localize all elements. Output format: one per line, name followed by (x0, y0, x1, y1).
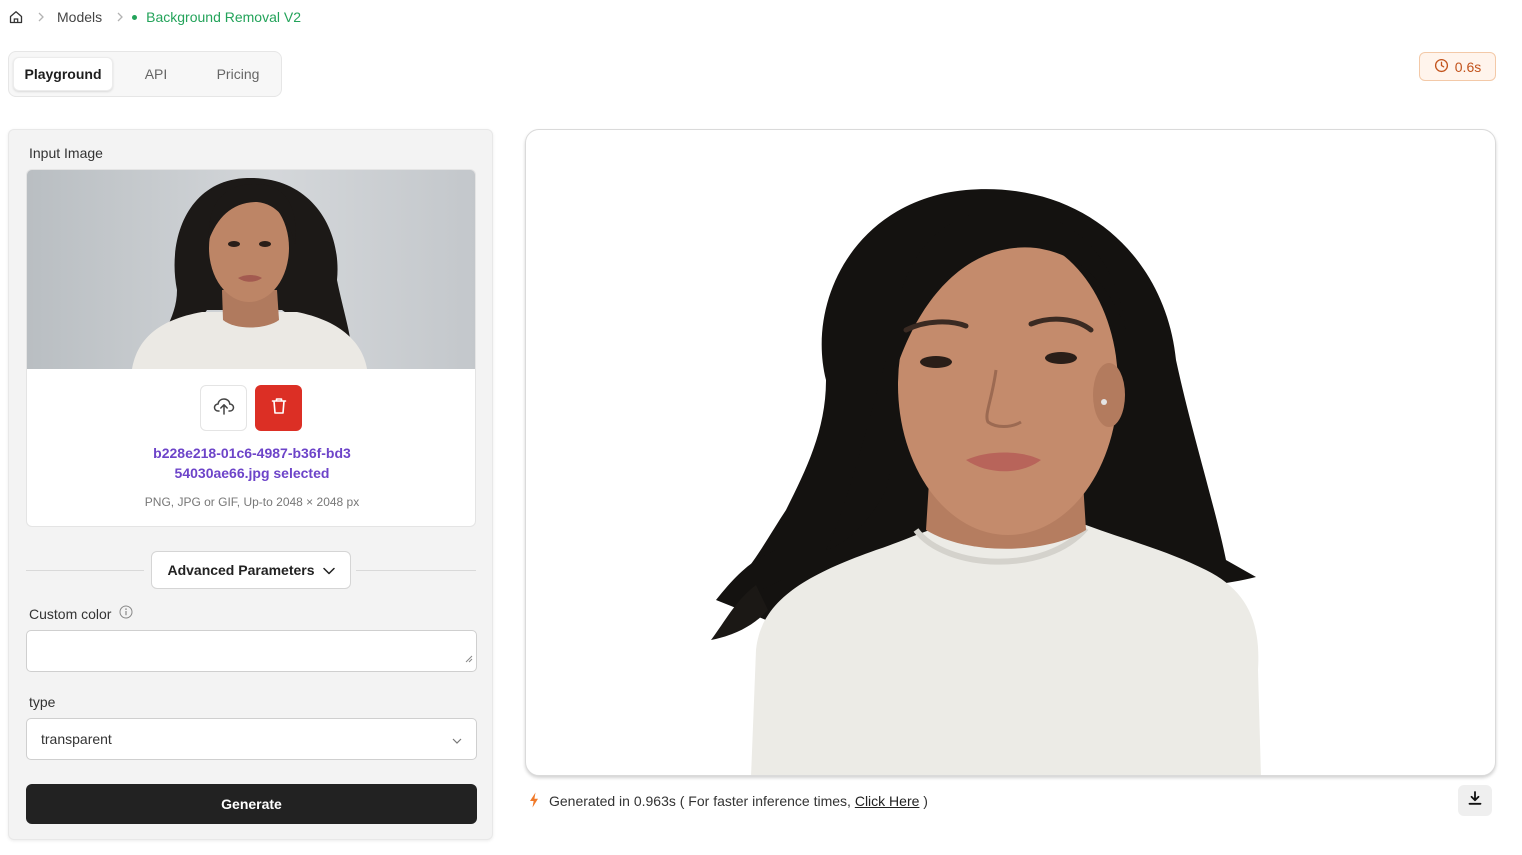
generation-status: Generated in 0.963s ( For faster inferen… (529, 791, 928, 811)
advanced-parameters-row: Advanced Parameters (26, 551, 476, 589)
input-panel: Input Image b228e218-01c6-4987-b36f-bd35… (8, 129, 493, 840)
chevron-down-icon (452, 731, 462, 747)
type-select-value: transparent (41, 731, 112, 747)
custom-color-input[interactable] (26, 630, 477, 672)
lightning-icon (529, 792, 539, 811)
chevron-right-icon (117, 12, 124, 22)
click-here-link[interactable]: Click Here (855, 793, 920, 809)
divider (26, 570, 144, 571)
generate-button[interactable]: Generate (26, 784, 477, 824)
custom-color-label-text: Custom color (29, 605, 112, 622)
tab-pricing[interactable]: Pricing (199, 57, 277, 91)
upload-card: b228e218-01c6-4987-b36f-bd354030ae66.jpg… (26, 169, 476, 527)
timing-badge: 0.6s (1419, 52, 1496, 81)
status-text: Generated in 0.963s ( For faster inferen… (549, 793, 851, 809)
breadcrumb-current-label: Background Removal V2 (146, 9, 302, 25)
breadcrumb-models[interactable]: Models (57, 9, 102, 25)
type-label: type (29, 694, 56, 710)
type-select[interactable]: transparent (26, 718, 477, 760)
clock-icon (1434, 58, 1449, 76)
file-format-hint: PNG, JPG or GIF, Up-to 2048 × 2048 px (144, 495, 360, 509)
home-icon[interactable] (9, 10, 23, 24)
resize-handle-icon[interactable] (465, 650, 473, 668)
breadcrumb: Models Background Removal V2 (9, 8, 301, 26)
input-image-label: Input Image (29, 145, 103, 161)
delete-button[interactable] (255, 385, 302, 431)
advanced-parameters-button[interactable]: Advanced Parameters (151, 551, 351, 589)
advanced-parameters-label: Advanced Parameters (167, 562, 315, 578)
info-icon[interactable] (119, 605, 133, 622)
chevron-right-icon (38, 12, 44, 22)
tab-bar: Playground API Pricing (8, 51, 282, 97)
download-button[interactable] (1458, 785, 1492, 816)
page: Models Background Removal V2 Playground … (0, 0, 1522, 855)
filename-text: b228e218-01c6-4987-b36f-bd354030ae66.jpg… (153, 445, 351, 481)
download-icon (1468, 791, 1482, 810)
timing-value: 0.6s (1454, 58, 1482, 75)
tab-api[interactable]: API (113, 57, 199, 91)
breadcrumb-current: Background Removal V2 (132, 9, 302, 25)
chevron-down-icon (322, 562, 335, 578)
cloud-upload-icon (212, 394, 236, 423)
input-image-preview (27, 170, 475, 369)
custom-color-label: Custom color (29, 605, 133, 622)
status-close-paren: ) (923, 793, 928, 809)
upload-button[interactable] (200, 385, 247, 431)
divider (356, 570, 476, 571)
selected-filename: b228e218-01c6-4987-b36f-bd354030ae66.jpg… (27, 443, 475, 483)
trash-icon (269, 396, 289, 421)
status-dot (132, 14, 138, 20)
tab-playground[interactable]: Playground (13, 57, 113, 91)
output-image (525, 129, 1496, 776)
